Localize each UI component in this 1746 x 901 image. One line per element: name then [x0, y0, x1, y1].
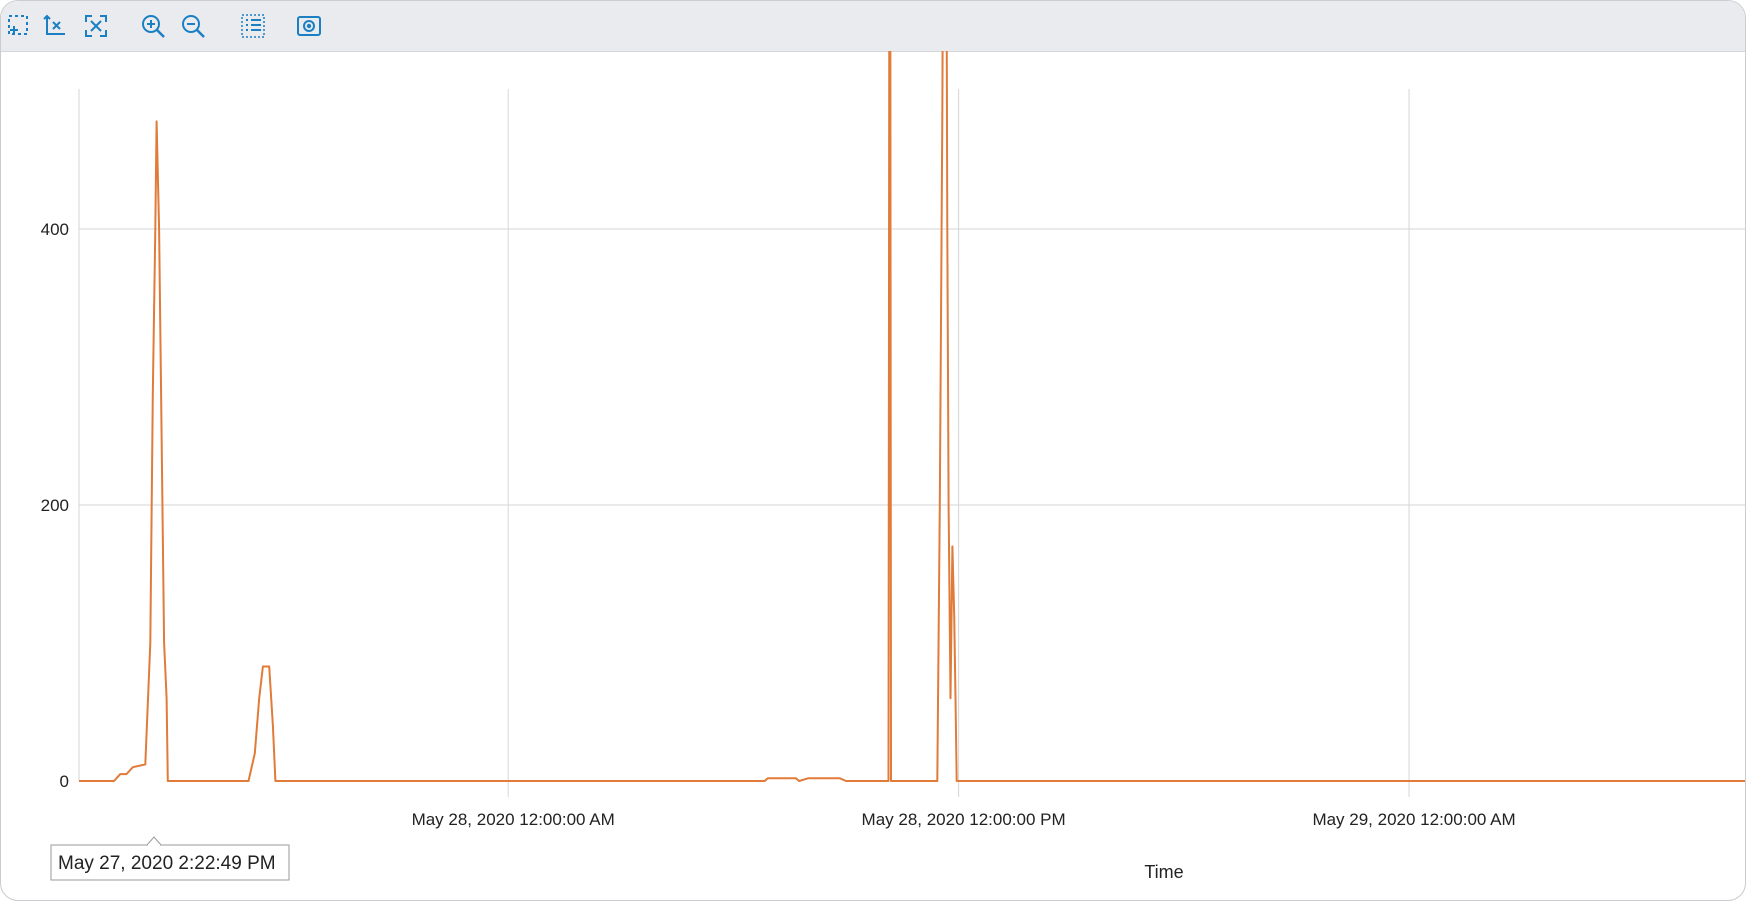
x-axis-label: Time [1144, 862, 1183, 882]
reset-zoom-button[interactable] [80, 10, 112, 42]
legend-list-icon [241, 14, 265, 38]
x-axis: May 28, 2020 12:00:00 AM May 28, 2020 12:… [412, 810, 1516, 829]
x-tick-label: May 29, 2020 12:00:00 AM [1312, 810, 1515, 829]
hover-tooltip: May 27, 2020 2:22:49 PM [50, 836, 290, 881]
chart-toolbar [1, 1, 1745, 52]
box-zoom-button[interactable] [3, 10, 35, 42]
y-tick-label: 200 [41, 496, 69, 515]
series-layer [79, 51, 1745, 782]
x-tick-label: May 28, 2020 12:00:00 AM [412, 810, 615, 829]
chart-window: 0200400600800 May 28, 2020 12:00:00 AMMa… [0, 0, 1746, 901]
y-tick-label: 400 [41, 220, 69, 239]
y-tick-label: 0 [60, 772, 69, 791]
screenshot-button[interactable] [293, 10, 325, 42]
camera-icon [297, 16, 321, 36]
x-axis-zoom-button[interactable] [39, 10, 71, 42]
line-chart[interactable]: 0200400600800 May 28, 2020 12:00:00 AMMa… [1, 51, 1745, 900]
zoom-in-icon [142, 15, 165, 38]
zoom-out-icon [182, 15, 205, 38]
box-zoom-icon [8, 15, 28, 35]
y-axis: 0200400600800 [41, 220, 69, 791]
series-line[interactable] [79, 51, 1745, 782]
tooltip-label: May 27, 2020 2:22:49 PM [58, 853, 276, 874]
x-tick-label: May 28, 2020 12:00:00 PM [862, 810, 1066, 829]
x-axis-zoom-icon [43, 14, 65, 35]
legend-button[interactable] [237, 10, 269, 42]
zoom-in-button[interactable] [137, 10, 169, 42]
zoom-out-button[interactable] [177, 10, 209, 42]
reset-zoom-icon [85, 15, 107, 37]
grid [78, 89, 1745, 797]
